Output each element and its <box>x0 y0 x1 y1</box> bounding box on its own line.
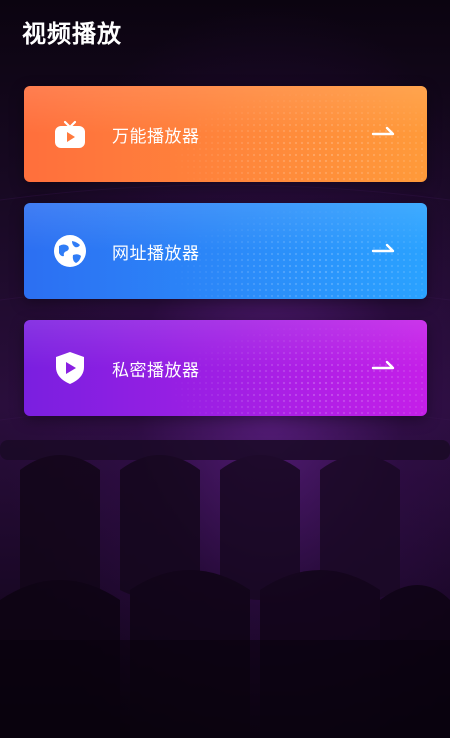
url-player-card[interactable]: 网址播放器 <box>24 203 427 299</box>
arrow-right-icon <box>371 126 395 136</box>
arrow-right-icon <box>371 243 395 253</box>
page-title: 视频播放 <box>22 20 122 48</box>
private-player-card[interactable]: 私密播放器 <box>24 320 427 416</box>
card-label: 网址播放器 <box>112 244 200 264</box>
arrow-right-icon <box>371 360 395 370</box>
card-label: 万能播放器 <box>112 127 200 147</box>
tv-icon <box>50 114 90 154</box>
globe-icon <box>50 231 90 271</box>
universal-player-card[interactable]: 万能播放器 <box>24 86 427 182</box>
card-label: 私密播放器 <box>112 361 200 381</box>
shield-play-icon <box>50 348 90 388</box>
